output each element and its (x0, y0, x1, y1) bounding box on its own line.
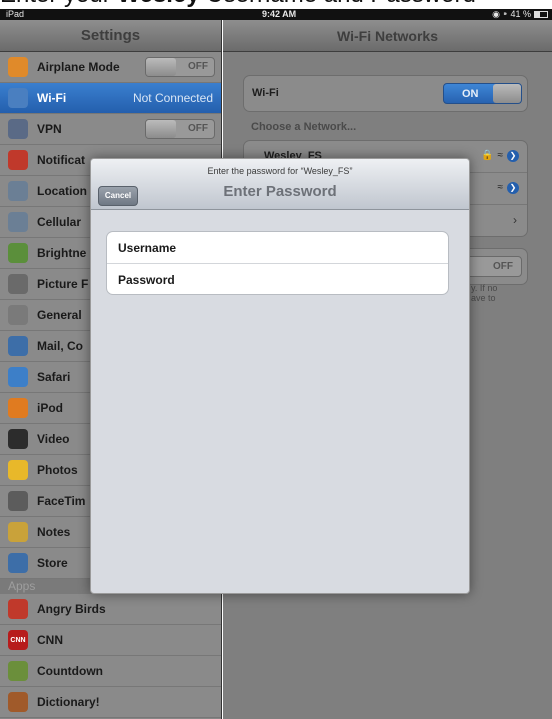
wifi-signal-icon: ≈ (497, 150, 504, 161)
sidebar-item-label: Angry Birds (37, 602, 106, 616)
dialog-title: Enter Password (223, 183, 337, 200)
network-icons: 🔒 ≈ ❯ (481, 150, 519, 162)
notes-icon (8, 522, 28, 542)
sidebar-item-label: VPN (37, 122, 62, 136)
wifi-icon (8, 88, 28, 108)
caption-strip: Enter your Wesley Username and Password (0, 0, 552, 9)
caption-bold: Wesley (117, 0, 199, 8)
dictionary-icon (8, 692, 28, 712)
sidebar-item-wi-fi[interactable]: Wi-Fi Not Connected (0, 83, 221, 114)
toggle-knob (493, 84, 521, 103)
detail-arrow-icon[interactable]: ❯ (507, 150, 519, 162)
safari-icon (8, 367, 28, 387)
wifi-signal-icon: ≈ (497, 182, 504, 193)
battery-percent: 41 % (510, 9, 531, 19)
ask-toggle-label: OFF (493, 261, 513, 272)
detail-arrow-icon[interactable]: ❯ (507, 182, 519, 194)
sidebar-item-vpn[interactable]: VPN OFF (0, 114, 221, 145)
wifi-label: Wi-Fi (252, 87, 279, 99)
toggle-label: OFF (188, 61, 208, 72)
wifi-toggle-label: ON (462, 88, 479, 100)
gear-icon (8, 305, 28, 325)
sidebar-item-dictionary[interactable]: Dictionary! (0, 687, 221, 718)
picture-frame-icon (8, 274, 28, 294)
cancel-button[interactable]: Cancel (98, 186, 138, 206)
airplane-icon (8, 57, 28, 77)
password-label: Password (118, 273, 175, 287)
choose-network-label: Choose a Network... (251, 121, 357, 133)
sidebar-item-angry-birds[interactable]: Angry Birds (0, 594, 221, 625)
cellular-icon (8, 212, 28, 232)
sidebar-item-label: Countdown (37, 664, 103, 678)
network-icons: ≈ ❯ (497, 182, 519, 194)
angry-birds-icon (8, 599, 28, 619)
sidebar-item-label: Airplane Mode (37, 60, 120, 74)
username-row[interactable]: Username (107, 232, 448, 263)
credentials-form: Username Password (106, 231, 449, 295)
facetime-icon (8, 491, 28, 511)
toggle-knob (146, 58, 176, 76)
sidebar-item-value: Not Connected (132, 91, 213, 105)
caption-text: Enter your Wesley Username and Password (0, 0, 476, 8)
ipod-icon (8, 398, 28, 418)
password-field[interactable] (207, 269, 437, 289)
lock-icon: 🔒 (481, 150, 494, 161)
sidebar-item-label: Wi-Fi (37, 91, 67, 105)
battery-icon (534, 11, 548, 18)
dialog-nav-bar: Enter the password for “Wesley_FS” Enter… (91, 159, 469, 210)
cnn-icon: CNN (8, 630, 28, 650)
username-field[interactable] (207, 237, 437, 257)
location-icon (8, 181, 28, 201)
brightness-icon (8, 243, 28, 263)
lock-rotation-icon: ◉ (492, 9, 500, 19)
wifi-networks-title: Wi-Fi Networks (223, 20, 552, 52)
sidebar-item-countdown[interactable]: Countdown (0, 656, 221, 687)
chevron-right-icon: › (513, 213, 517, 227)
sidebar-item-cnn[interactable]: CNN CNN (0, 625, 221, 656)
settings-title: Settings (0, 20, 221, 52)
dialog-prompt: Enter the password for “Wesley_FS” (207, 166, 353, 176)
wifi-toggle[interactable]: ON (443, 83, 522, 104)
username-label: Username (118, 241, 177, 255)
battery-fill (535, 12, 540, 17)
video-icon (8, 429, 28, 449)
bluetooth-icon: ⁍ (502, 9, 508, 19)
toggle-label: OFF (188, 123, 208, 134)
sidebar-toggle[interactable]: OFF (145, 57, 215, 77)
password-dialog: Enter the password for “Wesley_FS” Enter… (90, 158, 470, 594)
sidebar-item-label: Dictionary! (37, 695, 100, 709)
password-row[interactable]: Password (107, 263, 448, 294)
caption-post: Username and Password (200, 0, 475, 8)
ask-to-join-note: y. If no ave to (471, 283, 498, 303)
sidebar-item-airplane-mode[interactable]: Airplane Mode OFF (0, 52, 221, 83)
store-icon (8, 553, 28, 573)
sidebar-item-label: CNN (37, 633, 63, 647)
status-right: ◉ ⁍ 41 % (492, 9, 548, 20)
photos-icon (8, 460, 28, 480)
clock: 9:42 AM (262, 9, 297, 19)
wifi-toggle-group: Wi-Fi ON (243, 75, 528, 112)
caption-pre: Enter your (0, 0, 117, 8)
status-bar: iPad 9:42 AM ◉ ⁍ 41 % (0, 9, 552, 20)
notifications-icon (8, 150, 28, 170)
vpn-icon (8, 119, 28, 139)
mail-icon (8, 336, 28, 356)
carrier-label: iPad (6, 9, 25, 19)
sidebar-toggle[interactable]: OFF (145, 119, 215, 139)
toggle-knob (146, 120, 176, 138)
countdown-icon (8, 661, 28, 681)
